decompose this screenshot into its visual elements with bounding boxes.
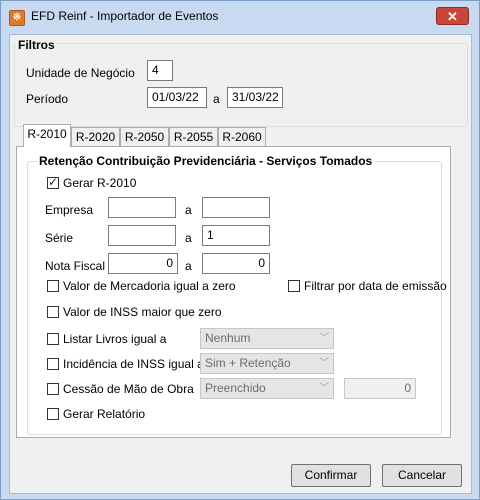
incidencia-inss-select[interactable]: Sim + Retenção ﹀ — [200, 353, 334, 374]
incidencia-inss-label: Incidência de INSS igual a — [63, 357, 204, 371]
nota-fiscal-label: Nota Fiscal — [45, 259, 106, 273]
retencao-title: Retenção Contribuição Previdenciária - S… — [37, 154, 375, 168]
close-button[interactable]: ✕ — [436, 7, 469, 25]
importador-window: ※ EFD Reinf - Importador de Eventos ✕ Fi… — [0, 0, 480, 500]
incidencia-inss-box[interactable] — [47, 358, 59, 370]
nota-fiscal-sep: a — [185, 259, 192, 273]
valor-mercadoria-box[interactable] — [47, 280, 59, 292]
listar-livros-select[interactable]: Nenhum ﹀ — [200, 328, 334, 349]
empresa-to-input[interactable] — [202, 197, 270, 218]
cessao-mao-obra-checkbox[interactable]: Cessão de Mão de Obra — [47, 382, 197, 398]
nota-fiscal-to-input[interactable]: 0 — [202, 253, 270, 274]
cessao-mao-obra-label: Cessão de Mão de Obra — [63, 382, 194, 396]
window-title: EFD Reinf - Importador de Eventos — [31, 9, 219, 23]
valor-inss-checkbox[interactable]: Valor de INSS maior que zero — [47, 305, 247, 321]
tab-r2050[interactable]: R-2050 — [120, 127, 169, 147]
chevron-down-icon: ﹀ — [319, 358, 329, 369]
periodo-from-input[interactable]: 01/03/22 — [147, 87, 207, 108]
serie-from-input[interactable] — [108, 225, 176, 246]
unidade-input[interactable]: 4 — [147, 60, 173, 81]
tab-r2020[interactable]: R-2020 — [71, 127, 120, 147]
confirmar-button[interactable]: Confirmar — [291, 464, 371, 487]
periodo-to-input[interactable]: 31/03/22 — [227, 87, 283, 108]
incidencia-inss-checkbox[interactable]: Incidência de INSS igual a — [47, 357, 204, 373]
chevron-down-icon: ﹀ — [319, 333, 329, 344]
tab-r2060[interactable]: R-2060 — [218, 127, 266, 147]
unidade-label: Unidade de Negócio — [26, 66, 135, 80]
gerar-relatorio-box[interactable] — [47, 408, 59, 420]
periodo-label: Período — [26, 92, 69, 106]
tab-r2010[interactable]: R-2010 — [23, 124, 71, 147]
valor-mercadoria-label: Valor de Mercadoria igual a zero — [63, 279, 236, 293]
listar-livros-checkbox[interactable]: Listar Livros igual a — [47, 332, 197, 348]
filtros-group-border — [14, 43, 468, 127]
title-bar[interactable]: ※ EFD Reinf - Importador de Eventos ✕ — [1, 1, 479, 31]
valor-inss-label: Valor de INSS maior que zero — [63, 305, 222, 319]
nota-fiscal-from-input[interactable]: 0 — [108, 253, 178, 274]
gerar-relatorio-label: Gerar Relatório — [63, 407, 146, 421]
app-icon: ※ — [9, 10, 25, 26]
gerar-r2010-checkbox[interactable]: Gerar R-2010 — [47, 175, 167, 192]
filtrar-data-box[interactable] — [288, 280, 300, 292]
filtros-title: Filtros — [16, 38, 57, 52]
filtrar-data-checkbox[interactable]: Filtrar por data de emissão — [288, 279, 448, 295]
cessao-mao-obra-box[interactable] — [47, 383, 59, 395]
chevron-down-icon: ﹀ — [319, 383, 329, 394]
listar-livros-label: Listar Livros igual a — [63, 332, 167, 346]
empresa-sep: a — [185, 203, 192, 217]
serie-sep: a — [185, 231, 192, 245]
gerar-r2010-box[interactable] — [47, 175, 59, 189]
cessao-mao-obra-select[interactable]: Preenchido ﹀ — [200, 378, 334, 399]
empresa-from-input[interactable] — [108, 197, 176, 218]
cessao-amount-input[interactable]: 0 — [344, 378, 416, 399]
periodo-sep: a — [213, 92, 220, 106]
cessao-mao-obra-value: Preenchido — [205, 381, 266, 395]
valor-mercadoria-checkbox[interactable]: Valor de Mercadoria igual a zero — [47, 279, 257, 295]
gerar-r2010-label: Gerar R-2010 — [63, 176, 137, 190]
empresa-label: Empresa — [45, 203, 94, 217]
filtrar-data-label: Filtrar por data de emissão — [304, 279, 447, 293]
gerar-relatorio-checkbox[interactable]: Gerar Relatório — [47, 407, 167, 423]
serie-label: Série — [45, 231, 74, 245]
listar-livros-box[interactable] — [47, 333, 59, 345]
cancelar-button[interactable]: Cancelar — [382, 464, 462, 487]
serie-to-input[interactable]: 1 — [202, 225, 270, 246]
tab-r2055[interactable]: R-2055 — [169, 127, 218, 147]
incidencia-inss-value: Sim + Retenção — [205, 356, 291, 370]
valor-inss-box[interactable] — [47, 306, 59, 318]
listar-livros-value: Nenhum — [205, 331, 251, 345]
